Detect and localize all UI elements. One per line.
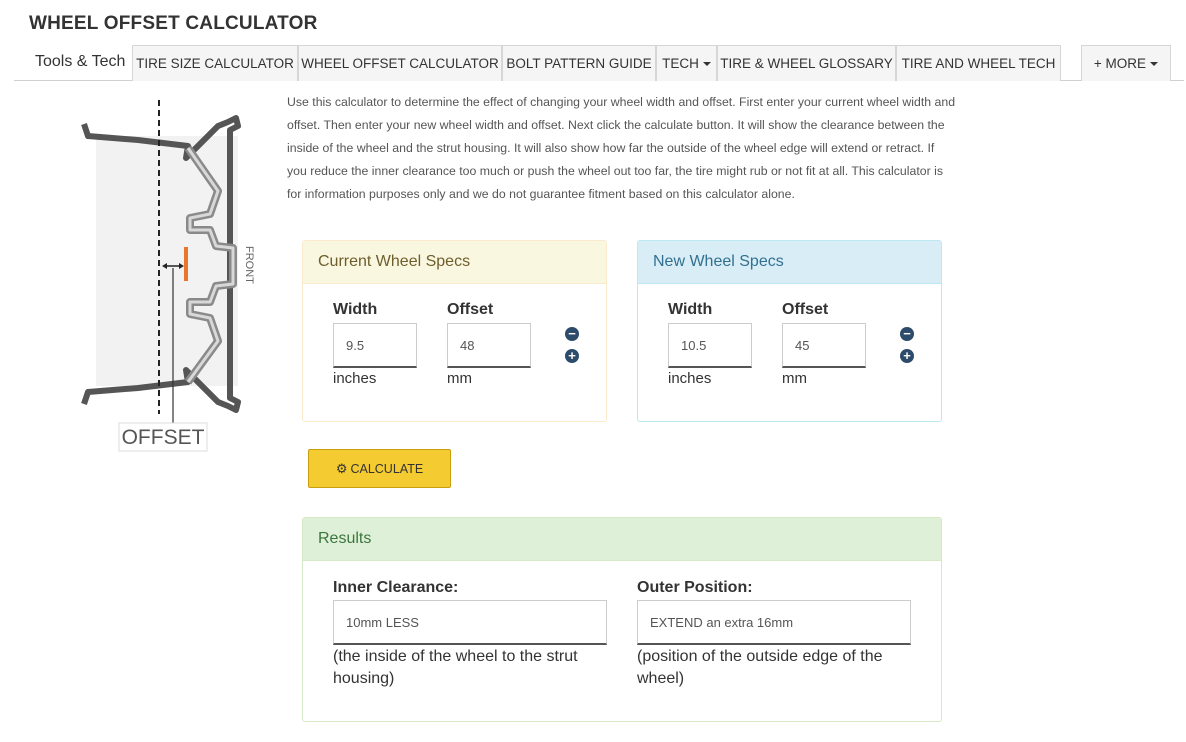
current-offset-input[interactable] (447, 323, 531, 368)
front-label: FRONT (243, 246, 255, 284)
offset-label: Offset (447, 301, 494, 318)
gear-icon: ⚙ (335, 460, 348, 476)
width-unit: inches (668, 370, 712, 387)
tab-tech-label: TECH (662, 56, 699, 71)
calculator-description: Use this calculator to determine the eff… (287, 95, 956, 201)
tab-tire-wheel-glossary[interactable]: TIRE & WHEEL GLOSSARY (717, 45, 896, 81)
tab-tire-size-calculator[interactable]: TIRE SIZE CALCULATOR (132, 45, 298, 81)
width-label: Width (333, 301, 378, 318)
results-panel: Results Inner Clearance: Outer Position:… (302, 517, 942, 722)
outer-position-value: EXTEND an extra 16mm (637, 600, 911, 645)
caret-down-icon (1150, 62, 1159, 67)
offset-unit: mm (447, 370, 472, 387)
inner-clearance-value: 10mm LESS (333, 600, 607, 645)
minus-circle-icon[interactable]: − (565, 327, 579, 341)
plus-circle-icon[interactable]: + (900, 349, 914, 363)
tab-tire-and-wheel-tech[interactable]: TIRE AND WHEEL TECH (896, 45, 1061, 81)
outer-position-note: (position of the outside edge of the whe… (637, 648, 883, 687)
panel-heading: Current Wheel Specs (303, 241, 606, 284)
offset-label: OFFSET (122, 426, 205, 449)
caret-down-icon (702, 62, 711, 67)
inner-clearance-note: (the inside of the wheel to the strut ho… (333, 648, 578, 687)
more-label: + MORE (1093, 56, 1147, 71)
panel-heading: New Wheel Specs (638, 241, 941, 284)
wheel-offset-illustration: FRONT OFFSET (81, 100, 255, 452)
new-wheel-specs-panel: New Wheel Specs Width Offset inches mm −… (637, 240, 942, 422)
tab-tech-dropdown[interactable]: TECH (656, 45, 717, 81)
mounting-face (184, 247, 188, 281)
plus-circle-icon[interactable]: + (565, 349, 579, 363)
more-dropdown[interactable]: + MORE (1081, 45, 1171, 81)
offset-label: Offset (782, 301, 829, 318)
current-width-input[interactable] (333, 323, 417, 368)
calculate-label: CALCULATE (350, 461, 424, 476)
tools-nav: Tools & Tech TIRE SIZE CALCULATOR WHEEL … (14, 45, 1184, 81)
page-title: WHEEL OFFSET CALCULATOR (29, 13, 318, 34)
current-wheel-specs-panel: Current Wheel Specs Width Offset inches … (302, 240, 607, 422)
new-offset-input[interactable] (782, 323, 866, 368)
width-label: Width (668, 301, 713, 318)
tab-wheel-offset-calculator[interactable]: WHEEL OFFSET CALCULATOR (298, 45, 502, 81)
calculate-button[interactable]: ⚙ CALCULATE (308, 449, 451, 488)
inner-clearance-label: Inner Clearance: (333, 579, 459, 596)
nav-brand[interactable]: Tools & Tech (35, 53, 125, 71)
width-unit: inches (333, 370, 377, 387)
outer-position-label: Outer Position: (637, 579, 753, 596)
minus-circle-icon[interactable]: − (900, 327, 914, 341)
panel-heading: Results (303, 518, 941, 561)
offset-unit: mm (782, 370, 807, 387)
new-width-input[interactable] (668, 323, 752, 368)
tab-bolt-pattern-guide[interactable]: BOLT PATTERN GUIDE (502, 45, 656, 81)
